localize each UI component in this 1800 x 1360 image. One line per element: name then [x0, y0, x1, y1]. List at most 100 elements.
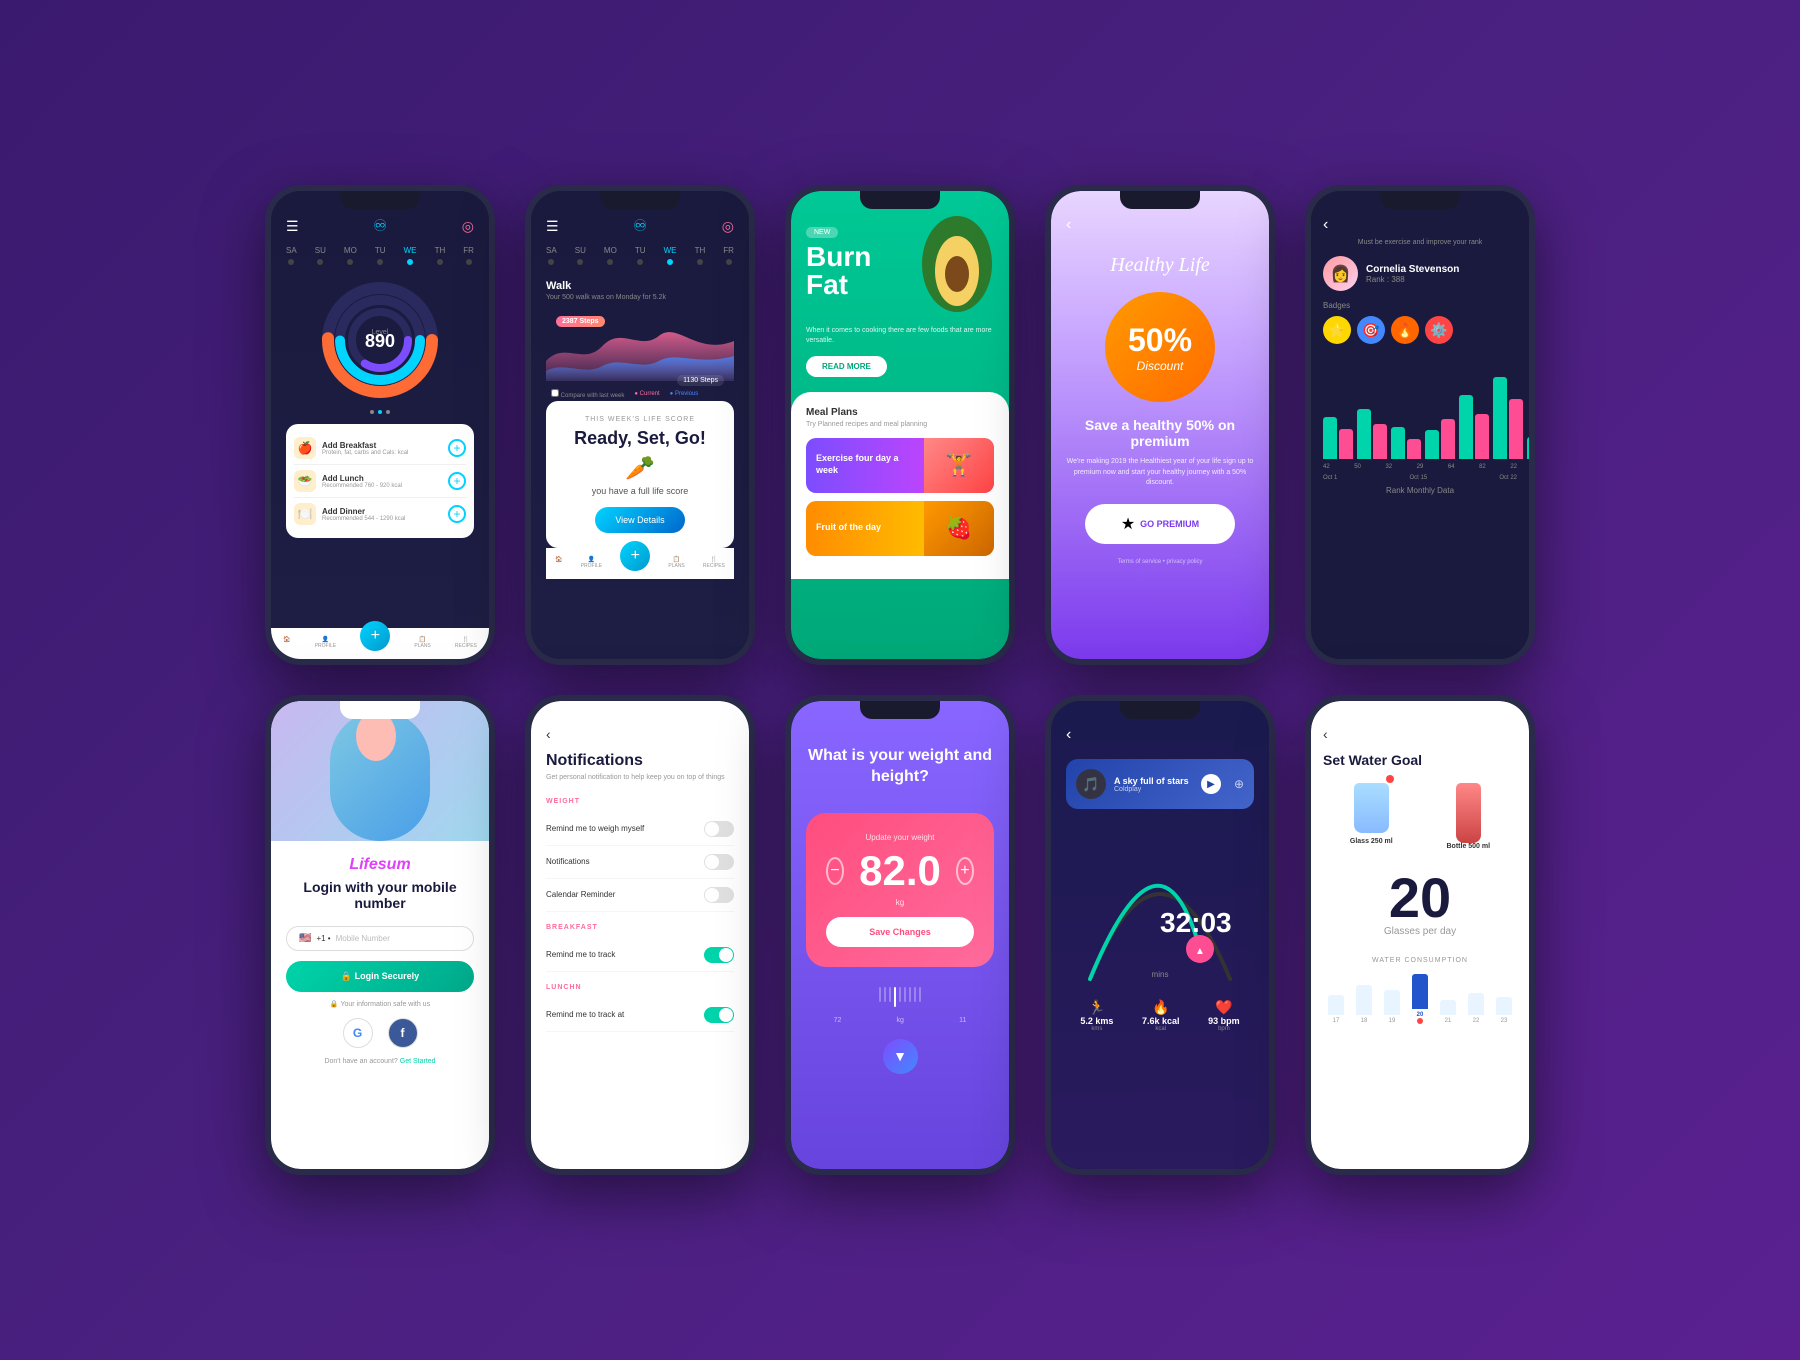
lunch-add-btn[interactable]: + [448, 472, 466, 490]
google-btn[interactable]: G [343, 1018, 373, 1048]
breakfast-add-btn[interactable]: + [448, 439, 466, 457]
weight-decrease-btn[interactable]: − [826, 857, 844, 885]
ready-title: Ready, Set, Go! [561, 428, 719, 449]
read-more-btn[interactable]: READ MORE [806, 356, 887, 377]
lunch-meal[interactable]: 🥗 Add LunchRecommended 760 - 920 kcal + [294, 465, 466, 498]
meal-card-exercise[interactable]: Exercise four day a week 🏋️ [806, 438, 994, 493]
heart-icon: ❤️ [1208, 999, 1240, 1016]
nav-plans[interactable]: 📋PLANS [414, 636, 430, 651]
nav-recipes[interactable]: 🍴RECIPES [455, 636, 477, 651]
steps-badge-2: 1130 Steps [677, 375, 724, 386]
login-btn[interactable]: 🔒 Login Securely [286, 961, 474, 992]
glass-name: Glass 250 ml [1350, 838, 1393, 845]
activity-ring: Level 890 [286, 280, 474, 400]
toggle-notifications-switch[interactable] [704, 854, 734, 870]
phone-4-notch [1120, 191, 1200, 209]
scale-mark-3 [889, 987, 891, 1002]
next-btn[interactable]: ⊕ [1234, 777, 1244, 791]
no-account-text: Don't have an account? [324, 1058, 397, 1065]
phone-10-water: ‹ Set Water Goal Glass 250 ml Bottle 500… [1305, 695, 1535, 1175]
activity-stats: 🏃 5.2 kms kms 🔥 7.6k kcal kcal ❤️ 93 bpm… [1066, 999, 1254, 1032]
toggle-weigh-switch[interactable] [704, 821, 734, 837]
walk-title: Walk [546, 280, 734, 292]
day-su[interactable]: SU [315, 246, 326, 265]
p9-back-btn[interactable]: ‹ [1066, 726, 1071, 744]
day-sa[interactable]: SA [286, 246, 297, 265]
weight-value: 82.0 [859, 847, 941, 895]
down-arrow-btn[interactable]: ▼ [883, 1039, 918, 1074]
discount-percent: 50% [1128, 322, 1192, 359]
song-title: A sky full of stars [1114, 776, 1193, 786]
rank-chart [1323, 359, 1517, 459]
fire-icon: 🔥 [1142, 999, 1180, 1016]
dinner-meal[interactable]: 🍽️ Add DinnerRecommended 544 - 1290 kcal… [294, 498, 466, 530]
toggle-calendar-switch[interactable] [704, 887, 734, 903]
nav-health[interactable]: 🏠 [283, 636, 290, 651]
lunch-section-label: LUNCHN [546, 984, 734, 991]
day-mo[interactable]: MO [344, 246, 357, 265]
p7-back-btn[interactable]: ‹ [546, 726, 734, 742]
bell-icon[interactable]: ◎ [462, 218, 474, 235]
badge-fire: 🔥 [1391, 316, 1419, 344]
p4-back-btn[interactable]: ‹ [1066, 216, 1254, 234]
toggle-lunch-switch[interactable] [704, 1007, 734, 1023]
p2-nav-add-btn[interactable]: + [620, 541, 650, 571]
phone-input-field[interactable]: 🇺🇸 +1 • Mobile Number [286, 926, 474, 951]
stat-heartrate: ❤️ 93 bpm bpm [1208, 999, 1240, 1032]
day-we[interactable]: WE [404, 246, 417, 265]
ready-card: THIS WEEK'S LIFE SCORE Ready, Set, Go! 🥕… [546, 401, 734, 548]
phone-2-notch [600, 191, 680, 209]
lunch-icon: 🥗 [294, 470, 316, 492]
mins-label: mins [1152, 970, 1169, 979]
p5-back-btn[interactable]: ‹ [1323, 216, 1517, 234]
weight-question-title: What is your weight and height? [806, 746, 994, 788]
weight-increase-btn[interactable]: + [956, 857, 974, 885]
scale-mark-2 [884, 987, 886, 1002]
dinner-add-btn[interactable]: + [448, 505, 466, 523]
menu-icon[interactable]: ☰ [286, 218, 299, 235]
toggle-breakfast-label: Remind me to track [546, 950, 615, 959]
water-goal-title: Set Water Goal [1323, 752, 1517, 768]
weight-section-label: WEIGHT [546, 798, 734, 805]
phone-3-burnfat: NEW BurnFat When [785, 185, 1015, 665]
p2-nav-health[interactable]: 🏠 [555, 556, 562, 571]
nav-add-btn[interactable]: + [360, 621, 390, 651]
glass-vessel[interactable]: Glass 250 ml [1350, 783, 1393, 850]
toggle-notifications: Notifications [546, 846, 734, 879]
get-started-link[interactable]: Get Started [400, 1058, 436, 1065]
facebook-btn[interactable]: f [388, 1018, 418, 1048]
save-changes-btn[interactable]: Save Changes [826, 917, 974, 947]
scale-mark-active [894, 987, 896, 1007]
view-details-btn[interactable]: View Details [595, 507, 684, 533]
p2-bell-icon[interactable]: ◎ [722, 218, 734, 235]
bottle-vessel[interactable]: Bottle 500 ml [1447, 783, 1491, 850]
phone-7-notch [600, 701, 680, 719]
p2-nav-recipes[interactable]: 🍴RECIPES [703, 556, 725, 571]
run-icon: 🏃 [1080, 999, 1113, 1016]
meal-plans-section: Meal Plans Try Planned recipes and meal … [791, 392, 1009, 579]
p9-header: ‹ [1066, 726, 1254, 749]
time-23: 23 [1496, 997, 1512, 1024]
meal-card-fruit[interactable]: Fruit of the day 🍓 [806, 501, 994, 556]
p1-header: ☰ ♾ ◎ [286, 216, 474, 236]
badge-target: 🎯 [1357, 316, 1385, 344]
nav-profile[interactable]: 👤PROFILE [315, 636, 336, 651]
phone-1-notch [340, 191, 420, 209]
go-premium-btn[interactable]: ★ GO PREMIUM [1085, 504, 1235, 544]
day-th[interactable]: TH [435, 246, 446, 265]
distance-label: kms [1080, 1026, 1113, 1032]
p10-back-btn[interactable]: ‹ [1323, 726, 1517, 742]
breakfast-meal[interactable]: 🍎 Add BreakfastProtein, fat, carbs and C… [294, 432, 466, 465]
save-text: Save a healthy 50% on premium [1066, 417, 1254, 449]
day-fr[interactable]: FR [463, 246, 474, 265]
play-btn[interactable]: ▶ [1201, 774, 1221, 794]
p2-nav-plans[interactable]: 📋PLANS [668, 556, 684, 571]
breakfast-section-label: BREAKFAST [546, 924, 734, 931]
p2-nav-profile[interactable]: 👤PROFILE [581, 556, 602, 571]
p2-menu-icon[interactable]: ☰ [546, 218, 559, 235]
toggle-breakfast-switch[interactable] [704, 947, 734, 963]
phone-6-screen: Lifesum Login with your mobile number 🇺🇸… [271, 701, 489, 1169]
time-20-active[interactable]: 20 [1412, 974, 1428, 1024]
day-tu[interactable]: TU [375, 246, 386, 265]
breakfast-desc: Protein, fat, carbs and Cals: kcal [322, 450, 408, 456]
